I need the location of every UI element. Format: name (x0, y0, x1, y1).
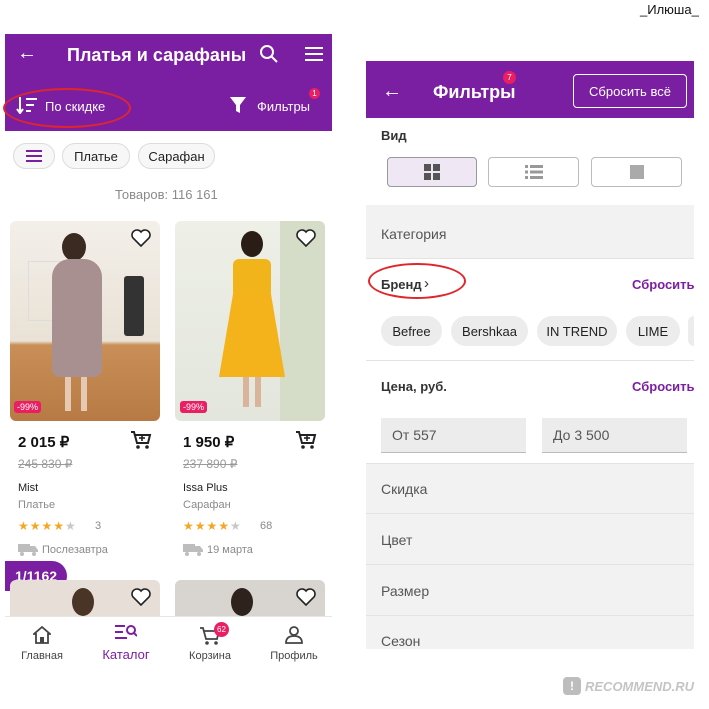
brand-chip[interactable] (688, 316, 694, 346)
delivery-truck-icon (18, 543, 38, 556)
catalog-icon[interactable] (115, 623, 138, 641)
nav-home[interactable]: Главная (7, 650, 77, 662)
list-icon (524, 165, 543, 179)
filter-row-color[interactable]: Цвет (381, 532, 412, 548)
annotation-circle (3, 88, 131, 128)
grid-icon (424, 164, 440, 180)
nav-cart[interactable]: Корзина (175, 650, 245, 662)
filter-funnel-icon[interactable] (230, 97, 246, 113)
page-title: Платья и сарафаны (67, 45, 247, 65)
product-price: 1 950 ₽ (183, 434, 235, 451)
product-old-price: 245 830 ₽ (18, 457, 73, 471)
filter-row-size[interactable]: Размер (381, 583, 429, 599)
product-type: Сарафан (183, 499, 231, 511)
heart-icon[interactable] (296, 588, 316, 607)
delivery-date: 19 марта (207, 544, 253, 556)
price-reset-link[interactable]: Сбросить (632, 379, 695, 394)
menu-icon (26, 150, 42, 162)
chip-dress[interactable]: Платье (62, 143, 130, 169)
square-icon (629, 165, 644, 179)
brand-reset-link[interactable]: Сбросить (632, 277, 695, 292)
price-from-input[interactable]: От 557 (381, 418, 526, 453)
chip-menu[interactable] (13, 143, 55, 169)
product-brand: Issa Plus (183, 482, 228, 494)
price-label: Цена, руб. (381, 379, 447, 394)
product-price: 2 015 ₽ (18, 434, 70, 451)
brand-chip[interactable]: IN TREND (537, 316, 617, 346)
site-watermark: RECOMMEND.RU (585, 679, 695, 694)
home-icon[interactable] (31, 625, 53, 644)
brand-chip[interactable]: Bershkaa (451, 316, 528, 346)
heart-icon[interactable] (131, 229, 151, 248)
review-count: 3 (95, 520, 102, 532)
rating-stars: ★★★★★ (183, 519, 242, 533)
recommend-logo-icon: ! (563, 677, 581, 695)
reset-all-button[interactable]: Сбросить всё (573, 74, 687, 108)
add-to-cart-icon[interactable] (130, 430, 152, 450)
profile-icon[interactable] (285, 626, 303, 644)
brand-chip[interactable]: Befree (381, 316, 442, 346)
nav-profile[interactable]: Профиль (259, 650, 329, 662)
bottom-nav (5, 616, 332, 674)
nav-catalog[interactable]: Каталог (91, 647, 161, 662)
author-watermark: _Илюша_ (640, 2, 699, 17)
chip-sundress[interactable]: Сарафан (138, 143, 215, 169)
heart-icon[interactable] (296, 229, 316, 248)
filter-row-season[interactable]: Сезон (381, 633, 420, 649)
items-count: Товаров: 116 161 (115, 187, 218, 202)
brand-chip[interactable]: LIME (626, 316, 680, 346)
delivery-truck-icon (183, 543, 203, 556)
product-image[interactable] (175, 221, 325, 421)
add-to-cart-icon[interactable] (295, 430, 317, 450)
view-grid-button[interactable] (387, 157, 477, 187)
review-count: 68 (260, 520, 273, 532)
heart-icon[interactable] (131, 588, 151, 607)
back-arrow-icon[interactable]: ← (382, 80, 402, 103)
category-label: Категория (381, 226, 447, 242)
product-old-price: 237 890 ₽ (183, 457, 238, 471)
product-type: Платье (18, 499, 56, 511)
rating-stars: ★★★★★ (18, 519, 77, 533)
product-image[interactable] (10, 221, 160, 421)
view-label: Вид (381, 128, 407, 143)
filters-badge: 1 (309, 88, 320, 99)
filters-button[interactable]: Фильтры (257, 99, 310, 114)
cart-badge: 62 (214, 622, 229, 637)
filter-row-discount[interactable]: Скидка (381, 481, 427, 497)
view-single-button[interactable] (591, 157, 682, 187)
discount-badge: -99% (14, 401, 42, 413)
delivery-date: Послезавтра (42, 544, 108, 556)
view-list-button[interactable] (488, 157, 579, 187)
search-icon[interactable] (259, 44, 279, 64)
price-to-input[interactable]: До 3 500 (542, 418, 687, 453)
discount-badge: -99% (180, 401, 208, 413)
filters-count-badge: 7 (503, 71, 516, 84)
back-arrow-icon[interactable]: ← (17, 42, 37, 65)
annotation-circle (368, 263, 466, 299)
menu-icon[interactable] (305, 46, 323, 62)
product-brand: Mist (18, 482, 39, 494)
page-title: Фильтры (433, 82, 516, 102)
